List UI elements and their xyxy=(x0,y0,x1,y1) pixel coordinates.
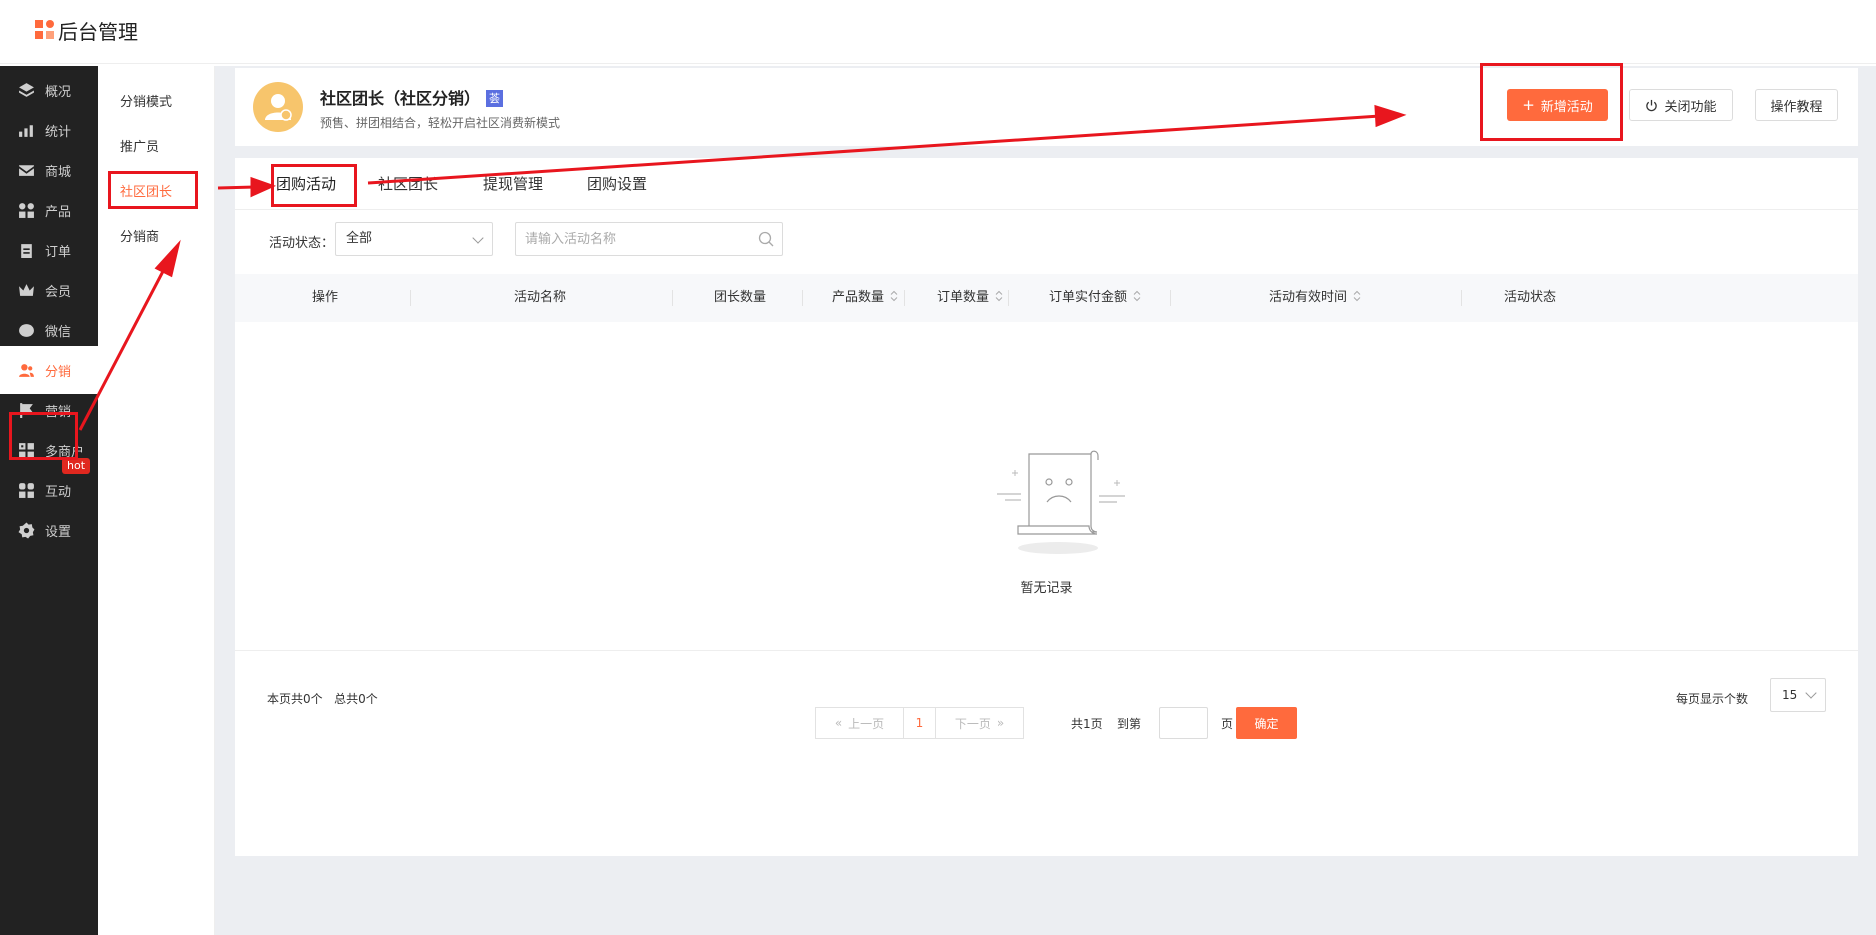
top-bar: 后台管理 xyxy=(0,0,1876,64)
app-title: 后台管理 xyxy=(58,20,138,44)
annotation-box xyxy=(1480,63,1623,141)
column-divider xyxy=(1008,290,1009,306)
status-select-value: 全部 xyxy=(346,231,373,246)
column-header-actions: 操作 xyxy=(311,290,338,305)
gear-icon xyxy=(18,522,35,538)
page-description: 预售、拼团相结合，轻松开启社区消费新模式 xyxy=(320,116,561,130)
clipboard-icon xyxy=(21,243,32,258)
title-tag-badge: 荟 xyxy=(486,90,504,107)
sort-icon xyxy=(1353,290,1361,302)
crown-icon xyxy=(19,283,34,296)
total-pages: 共1页 xyxy=(1071,717,1103,731)
column-divider xyxy=(904,290,905,306)
table-header: 操作 活动名称 团长数量 产品数量 订单数量 订单实付金额 活动有效时间 活动状… xyxy=(235,274,1858,322)
grid-icon xyxy=(19,202,34,218)
submenu-item-promoter[interactable]: 推广员 xyxy=(98,125,215,165)
content-card: 团购活动 社区团长 提现管理 团购设置 活动状态： 全部 操作 活动名称 团长数… xyxy=(235,158,1858,856)
double-chevron-right-icon: » xyxy=(996,716,1005,730)
double-chevron-left-icon: « xyxy=(834,716,843,730)
next-page-label: 下一页 xyxy=(954,716,991,731)
users-icon xyxy=(19,363,34,377)
sidebar-item-label: 商城 xyxy=(45,164,72,180)
close-feature-label: 关闭功能 xyxy=(1664,99,1717,115)
sidebar-item-label: 分销 xyxy=(45,364,72,380)
column-header-valid-time[interactable]: 活动有效时间 xyxy=(1235,274,1395,322)
sidebar-item-label: 互动 xyxy=(45,484,72,500)
close-feature-button[interactable]: 关闭功能 xyxy=(1629,89,1733,121)
sidebar-item-label: 微信 xyxy=(45,324,72,340)
per-page-select[interactable]: 15 xyxy=(1770,678,1826,712)
column-header-paid-amount[interactable]: 订单实付金额 xyxy=(1020,274,1170,322)
page-title: 社区团长（社区分销） 荟 xyxy=(320,85,504,109)
status-filter-label: 活动状态： xyxy=(269,236,335,251)
sidebar-item-label: 会员 xyxy=(45,284,72,300)
sort-icon xyxy=(890,290,898,302)
sidebar-item-label: 订单 xyxy=(45,244,72,260)
status-select[interactable]: 全部 xyxy=(335,222,493,256)
logo-icon xyxy=(35,20,54,39)
people-icon xyxy=(19,482,34,498)
user-avatar-icon xyxy=(265,94,292,121)
annotation-box xyxy=(271,164,357,207)
main-content: 社区团长（社区分销）荟 预售、拼团相结合，轻松开启社区消费新模式 + 新增活动 … xyxy=(215,66,1876,935)
empty-document-icon xyxy=(997,450,1125,554)
sidebar-item-label: 产品 xyxy=(45,204,72,220)
page-number-button[interactable]: 1 xyxy=(904,707,936,739)
submenu-item-distributor[interactable]: 分销商 xyxy=(98,215,215,255)
stats-icon xyxy=(19,124,33,137)
tab-bar: 团购活动 社区团长 提现管理 团购设置 xyxy=(235,158,1858,210)
sort-icon xyxy=(995,290,1003,302)
annotation-box xyxy=(108,171,198,209)
prev-page-label: 上一页 xyxy=(848,716,885,731)
chevron-down-icon xyxy=(472,232,484,244)
goto-label: 到第 xyxy=(1117,717,1142,731)
search-icon[interactable] xyxy=(758,231,774,247)
column-divider xyxy=(1170,290,1171,306)
column-header-product-count[interactable]: 产品数量 xyxy=(815,274,915,322)
column-header-leader-count: 团长数量 xyxy=(713,290,766,305)
empty-state-text: 暂无记录 xyxy=(1020,581,1073,596)
tab-community-leader[interactable]: 社区团长 xyxy=(378,158,438,210)
annotation-box xyxy=(9,412,78,460)
goto-page-input[interactable] xyxy=(1159,707,1208,739)
page-unit-label: 页 xyxy=(1221,717,1234,731)
next-page-button[interactable]: 下一页 » xyxy=(936,707,1024,739)
tab-withdrawal[interactable]: 提现管理 xyxy=(483,158,543,210)
column-divider xyxy=(410,290,411,306)
per-page-label: 每页显示个数 xyxy=(1676,692,1749,706)
sidebar-item-settings[interactable]: 设置 xyxy=(0,506,98,554)
column-header-activity-name: 活动名称 xyxy=(513,290,566,305)
column-header-paid-amount-label: 订单实付金额 xyxy=(1048,290,1127,305)
power-icon xyxy=(1646,99,1658,111)
record-count: 本页共0个 总共0个 xyxy=(267,692,378,706)
sidebar-item-label: 设置 xyxy=(45,524,72,540)
tab-group-buy-settings[interactable]: 团购设置 xyxy=(587,158,647,210)
hot-badge: hot xyxy=(62,458,91,474)
submenu-item-distribution-mode[interactable]: 分销模式 xyxy=(98,80,215,120)
sidebar-item-label: 统计 xyxy=(45,124,72,140)
prev-page-button[interactable]: « 上一页 xyxy=(815,707,904,739)
column-header-product-count-label: 产品数量 xyxy=(831,290,884,305)
tutorial-button[interactable]: 操作教程 xyxy=(1755,89,1838,121)
divider xyxy=(235,650,1858,651)
avatar xyxy=(253,82,303,132)
confirm-page-button[interactable]: 确定 xyxy=(1236,707,1297,739)
per-page-value: 15 xyxy=(1782,688,1798,702)
sidebar-item-label: 概况 xyxy=(45,84,72,100)
main-sidebar: 概况 统计 商城 产品 订单 会员 微信 分销 营销 多商户 互动 设置 xyxy=(0,66,98,935)
column-header-status: 活动状态 xyxy=(1503,290,1556,305)
chat-icon xyxy=(19,323,34,337)
sort-icon xyxy=(1133,290,1141,302)
column-header-order-count-label: 订单数量 xyxy=(936,290,989,305)
mail-icon xyxy=(19,164,34,176)
page-title-text: 社区团长（社区分销） xyxy=(320,89,481,108)
column-divider xyxy=(672,290,673,306)
column-header-valid-time-label: 活动有效时间 xyxy=(1268,290,1347,305)
pagination: « 上一页 1 下一页 » xyxy=(815,707,1024,739)
search-input[interactable] xyxy=(515,222,783,256)
column-divider xyxy=(802,290,803,306)
column-divider xyxy=(1461,290,1462,306)
chevron-down-icon xyxy=(1805,687,1817,699)
layers-icon xyxy=(19,82,34,97)
